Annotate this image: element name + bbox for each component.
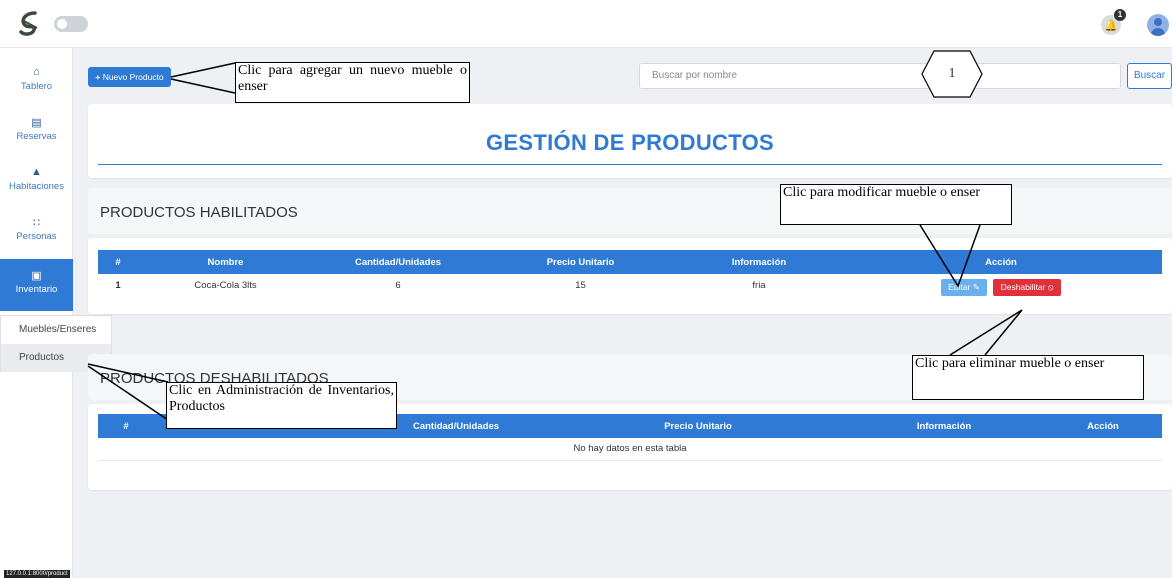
ban-icon: ⦸ bbox=[1047, 281, 1054, 292]
status-url: 127.0.0.1:8000/product bbox=[4, 570, 70, 578]
home-icon: ⌂ bbox=[33, 66, 40, 78]
sidebar-item-tablero[interactable]: ⌂ Tablero bbox=[0, 56, 73, 106]
plus-icon: + bbox=[95, 72, 101, 82]
column-header: Cantidad/Unidades bbox=[354, 256, 442, 268]
disable-label: Deshabilitar bbox=[1000, 281, 1046, 292]
table-row: 1 Coca-Cola 3lts 6 15 fria Editar ✎ Desha… bbox=[98, 274, 1162, 296]
sidebar-item-inventario[interactable]: ▣ Inventario bbox=[0, 259, 73, 311]
sidebar-item-personas[interactable]: ∷ Personas bbox=[0, 206, 73, 256]
cell-name: Coca-Cola 3lts bbox=[194, 279, 257, 291]
empty-table-message: No hay datos en esta tabla bbox=[98, 438, 1162, 461]
enabled-table-card: # Nombre Cantidad/Unidades Precio Unitar… bbox=[88, 238, 1172, 314]
title-card: GESTIÓN DE PRODUCTOS bbox=[88, 104, 1172, 178]
sidebar-item-habitaciones[interactable]: ▲ Habitaciones bbox=[0, 156, 73, 206]
section-title: PRODUCTOS HABILITADOS bbox=[100, 204, 298, 221]
theme-toggle[interactable] bbox=[54, 16, 88, 32]
avatar[interactable] bbox=[1147, 14, 1169, 36]
box-icon: ▣ bbox=[31, 270, 42, 282]
app-logo[interactable] bbox=[16, 10, 42, 38]
annotation-delete: Clic para eliminar mueble o enser bbox=[912, 355, 1144, 400]
sidebar: ⌂ Tablero ▤ Reservas ▲ Habitaciones ∷ Pe… bbox=[0, 48, 73, 578]
house-icon: ▲ bbox=[31, 166, 42, 178]
cell-info: fria bbox=[752, 279, 766, 291]
column-header: Precio Unitario bbox=[664, 420, 732, 432]
column-header: # bbox=[123, 420, 129, 432]
new-product-button[interactable]: + Nuevo Producto bbox=[88, 67, 171, 87]
edit-label: Editar bbox=[948, 281, 971, 292]
search-input[interactable]: Buscar por nombre bbox=[639, 63, 1121, 89]
column-header: Información bbox=[731, 256, 787, 268]
annotation-edit: Clic para modificar mueble o enser bbox=[780, 184, 1012, 225]
cell-price: 15 bbox=[575, 279, 586, 291]
sidebar-item-reservas[interactable]: ▤ Reservas bbox=[0, 106, 73, 156]
bed-icon: ▤ bbox=[31, 117, 42, 129]
column-header: Acción bbox=[985, 256, 1017, 268]
annotation-step-number: 1 bbox=[948, 66, 956, 81]
cell-actions: Editar ✎ Deshabilitar ⦸ bbox=[840, 274, 1162, 296]
cell-num: 1 bbox=[115, 279, 121, 291]
sidebar-item-label: Reservas bbox=[16, 131, 57, 142]
annotation-new-product: Clic para agregar un nuevo mueble o ense… bbox=[235, 62, 470, 103]
sidebar-item-label: Habitaciones bbox=[9, 181, 64, 192]
column-header: Información bbox=[916, 420, 972, 432]
column-header: Precio Unitario bbox=[546, 256, 615, 268]
column-header: Acción bbox=[1087, 420, 1119, 432]
disable-button[interactable]: Deshabilitar ⦸ bbox=[993, 278, 1061, 296]
enabled-products-table: # Nombre Cantidad/Unidades Precio Unitar… bbox=[98, 250, 1162, 296]
search-button[interactable]: Buscar bbox=[1127, 63, 1172, 89]
title-divider bbox=[98, 164, 1162, 165]
cell-qty: 6 bbox=[395, 279, 401, 291]
column-header: # bbox=[115, 256, 121, 268]
sidebar-item-label: Tablero bbox=[20, 81, 53, 92]
edit-icon: ✎ bbox=[972, 281, 980, 292]
top-bar: 🔔 1 bbox=[0, 0, 1172, 48]
notification-badge: 1 bbox=[1114, 9, 1126, 21]
users-icon: ∷ bbox=[33, 217, 40, 229]
edit-button[interactable]: Editar ✎ bbox=[941, 278, 987, 296]
annotation-inventory: Clic en Administración de Inventarios, P… bbox=[166, 382, 397, 429]
new-product-label: Nuevo Producto bbox=[102, 72, 164, 82]
column-header: Nombre bbox=[207, 256, 244, 268]
sidebar-item-label: Personas bbox=[16, 231, 57, 242]
submenu-item-muebles[interactable]: Muebles/Enseres bbox=[1, 316, 111, 344]
page-title: GESTIÓN DE PRODUCTOS bbox=[486, 130, 774, 155]
sidebar-item-label: Inventario bbox=[15, 284, 58, 295]
